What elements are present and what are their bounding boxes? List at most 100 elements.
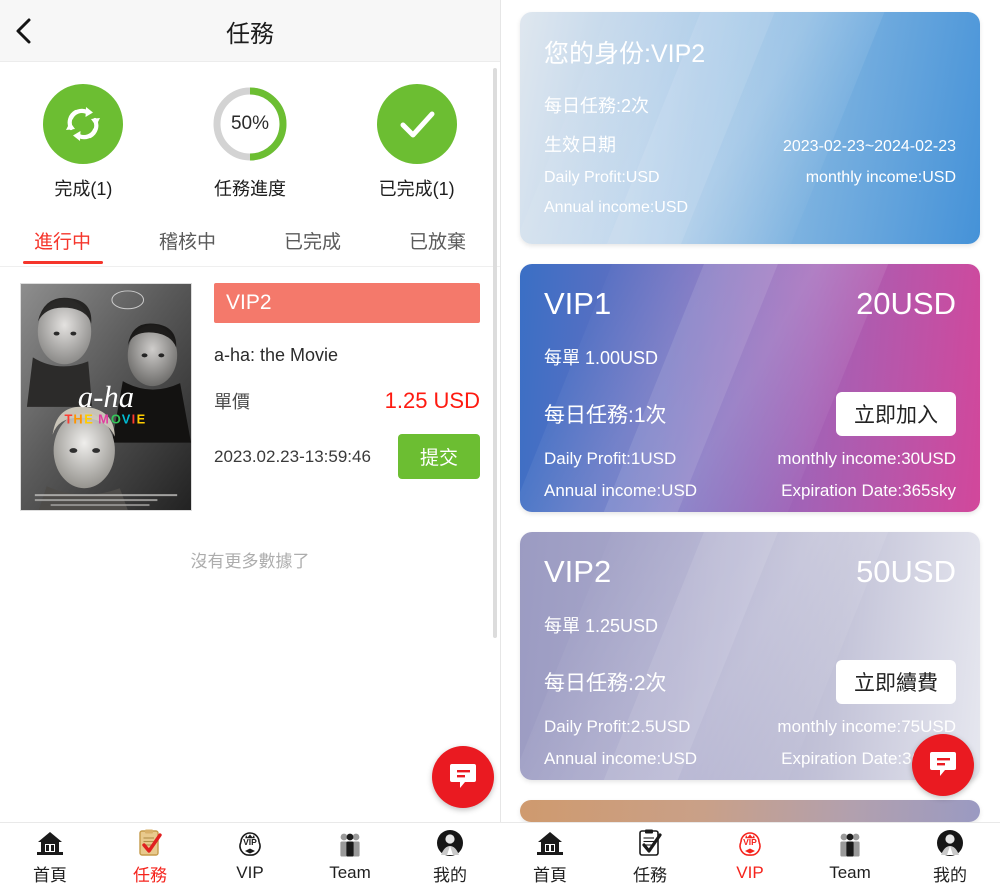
back-button[interactable] xyxy=(0,0,46,62)
vip-crown-icon: VIP xyxy=(735,830,765,860)
tasks-scrollbar[interactable] xyxy=(493,68,497,638)
price-value: 1.25 USD xyxy=(384,388,480,413)
stat-finished[interactable]: 已完成(1) xyxy=(333,84,500,201)
svg-text:VIP: VIP xyxy=(243,837,257,847)
vip-tier-card-vip1[interactable]: VIP1 20USD 每單 1.00USD 每日任務:1次 立即加入 Daily… xyxy=(520,264,980,512)
panel-divider xyxy=(500,0,501,890)
price-label: 單價 xyxy=(214,392,250,412)
tier-annual-income: Annual income:USD xyxy=(544,749,698,768)
task-status-tabs: 進行中 稽核中 已完成 已放棄 xyxy=(0,221,500,267)
svg-text:E: E xyxy=(137,412,146,427)
chat-support-button-right[interactable] xyxy=(912,734,974,796)
tier-join-button[interactable]: 立即加入 xyxy=(836,392,956,436)
tier-expiration: Expiration Date:365sky xyxy=(781,481,956,500)
task-price-row: 單價 1.25 USD xyxy=(214,388,480,414)
team-people-icon xyxy=(836,830,864,860)
tier-annual-income: Annual income:USD xyxy=(544,481,698,500)
no-more-data-text: 沒有更多數據了 xyxy=(190,552,310,571)
svg-text:I: I xyxy=(132,412,136,427)
tasks-header: 任務 xyxy=(0,0,500,62)
page-title: 任務 xyxy=(226,20,274,48)
refresh-cycle-icon xyxy=(43,84,124,164)
bottom-nav-right: 首頁 任務 VIP VIP Team 我的 xyxy=(500,822,1000,890)
identity-daily-profit: Daily Profit:USD xyxy=(544,169,660,186)
nav-item-vip[interactable]: VIP VIP xyxy=(700,830,800,883)
tasks-panel: 任務 完成(1) 50% 任務進度 已完成(1) 進行中 稽核中 已完成 已放棄… xyxy=(0,0,500,890)
tab-under-review[interactable]: 稽核中 xyxy=(125,221,250,266)
tier-daily-profit: Daily Profit:1USD xyxy=(544,449,677,468)
submit-button[interactable]: 提交 xyxy=(397,434,480,479)
vip-panel: 您的身份:VIP2 每日任務:2次 生效日期 2023-02-23~2024-0… xyxy=(500,0,1000,890)
task-timestamp: 2023.02.23-13:59:46 xyxy=(214,446,371,466)
nav-label: 任務 xyxy=(133,865,167,885)
svg-text:V: V xyxy=(122,412,131,427)
task-stats-row: 完成(1) 50% 任務進度 已完成(1) xyxy=(0,62,500,207)
svg-text:O: O xyxy=(111,412,121,427)
vip-tier-card-vip2[interactable]: VIP2 50USD 每單 1.25USD 每日任務:2次 立即續費 Daily… xyxy=(520,532,980,780)
nav-item-home[interactable]: 首頁 xyxy=(500,828,600,886)
tab-abandoned[interactable]: 已放棄 xyxy=(375,221,500,266)
identity-title: 您的身份:VIP2 xyxy=(544,40,706,68)
nav-label: VIP xyxy=(736,863,764,882)
nav-label: 首頁 xyxy=(33,865,67,885)
identity-annual-income: Annual income:USD xyxy=(544,199,689,216)
tab-in-progress[interactable]: 進行中 xyxy=(0,221,125,266)
tier-unit-price: 每單 1.25USD xyxy=(544,616,659,636)
identity-daily-task: 每日任務:2次 xyxy=(544,96,650,116)
nav-item-mine[interactable]: 我的 xyxy=(900,828,1000,886)
nav-item-mine[interactable]: 我的 xyxy=(400,828,500,886)
identity-effective-value: 2023-02-23~2024-02-23 xyxy=(782,138,956,155)
nav-label: VIP xyxy=(236,863,264,882)
tier-price: 50USD xyxy=(856,554,956,589)
nav-item-vip[interactable]: VIP VIP xyxy=(200,830,300,883)
stat-completed-cycle[interactable]: 完成(1) xyxy=(0,84,167,201)
svg-text:E: E xyxy=(84,412,93,427)
home-icon xyxy=(36,828,64,858)
clipboard-check-icon xyxy=(637,828,663,858)
svg-text:M: M xyxy=(98,412,109,427)
tier-daily-profit: Daily Profit:2.5USD xyxy=(544,717,691,736)
nav-item-home[interactable]: 首頁 xyxy=(0,828,100,886)
tier-name: VIP2 xyxy=(544,554,612,589)
movie-poster: a-ha T H E M O V I E xyxy=(20,283,192,511)
tier-daily-task: 每日任務:1次 xyxy=(544,404,667,427)
nav-label: 首頁 xyxy=(533,865,567,885)
svg-text:T: T xyxy=(64,412,72,427)
nav-item-team[interactable]: Team xyxy=(800,830,900,883)
task-title: a-ha: the Movie xyxy=(214,345,339,365)
stat-label: 已完成(1) xyxy=(378,179,455,199)
tier-price: 20USD xyxy=(856,286,956,321)
stat-progress[interactable]: 50% 任務進度 xyxy=(167,84,334,201)
tier-monthly-income: monthly income:30USD xyxy=(777,449,956,468)
task-details: VIP2 a-ha: the Movie 單價 1.25 USD 2023.02… xyxy=(214,283,480,511)
check-icon xyxy=(376,84,457,164)
vip-crown-icon: VIP xyxy=(235,830,265,860)
stat-label: 任務進度 xyxy=(214,179,286,199)
tier-monthly-income: monthly income:75USD xyxy=(777,717,956,736)
tier-daily-task: 每日任務:2次 xyxy=(544,672,667,695)
vip-identity-card: 您的身份:VIP2 每日任務:2次 生效日期 2023-02-23~2024-0… xyxy=(520,12,980,244)
identity-monthly-income: monthly income:USD xyxy=(805,169,956,186)
chevron-left-icon xyxy=(13,16,33,46)
team-people-icon xyxy=(336,830,364,860)
user-avatar-icon xyxy=(936,828,964,858)
stat-label: 完成(1) xyxy=(54,179,113,199)
vip-tier-card-next-partial[interactable] xyxy=(520,800,980,822)
tier-unit-price: 每單 1.00USD xyxy=(544,348,659,368)
bottom-nav-left: 首頁 任務 VIP VIP Team 我的 xyxy=(0,822,500,890)
user-avatar-icon xyxy=(436,828,464,858)
task-vip-badge: VIP2 xyxy=(214,283,480,323)
tab-completed[interactable]: 已完成 xyxy=(250,221,375,266)
tier-renew-button[interactable]: 立即續費 xyxy=(836,660,956,704)
chat-bubble-icon xyxy=(447,759,479,796)
nav-item-tasks[interactable]: 任務 xyxy=(600,828,700,886)
svg-text:VIP: VIP xyxy=(743,837,757,847)
task-list-item[interactable]: a-ha T H E M O V I E VIP2 a-ha: the Movi… xyxy=(0,267,500,519)
svg-text:a-ha: a-ha xyxy=(78,380,134,414)
nav-item-team[interactable]: Team xyxy=(300,830,400,883)
nav-item-tasks[interactable]: 任務 xyxy=(100,828,200,886)
progress-percent: 50% xyxy=(230,113,270,134)
chat-bubble-icon xyxy=(927,747,959,784)
chat-support-button-left[interactable] xyxy=(432,746,494,808)
nav-label: 任務 xyxy=(633,865,667,885)
